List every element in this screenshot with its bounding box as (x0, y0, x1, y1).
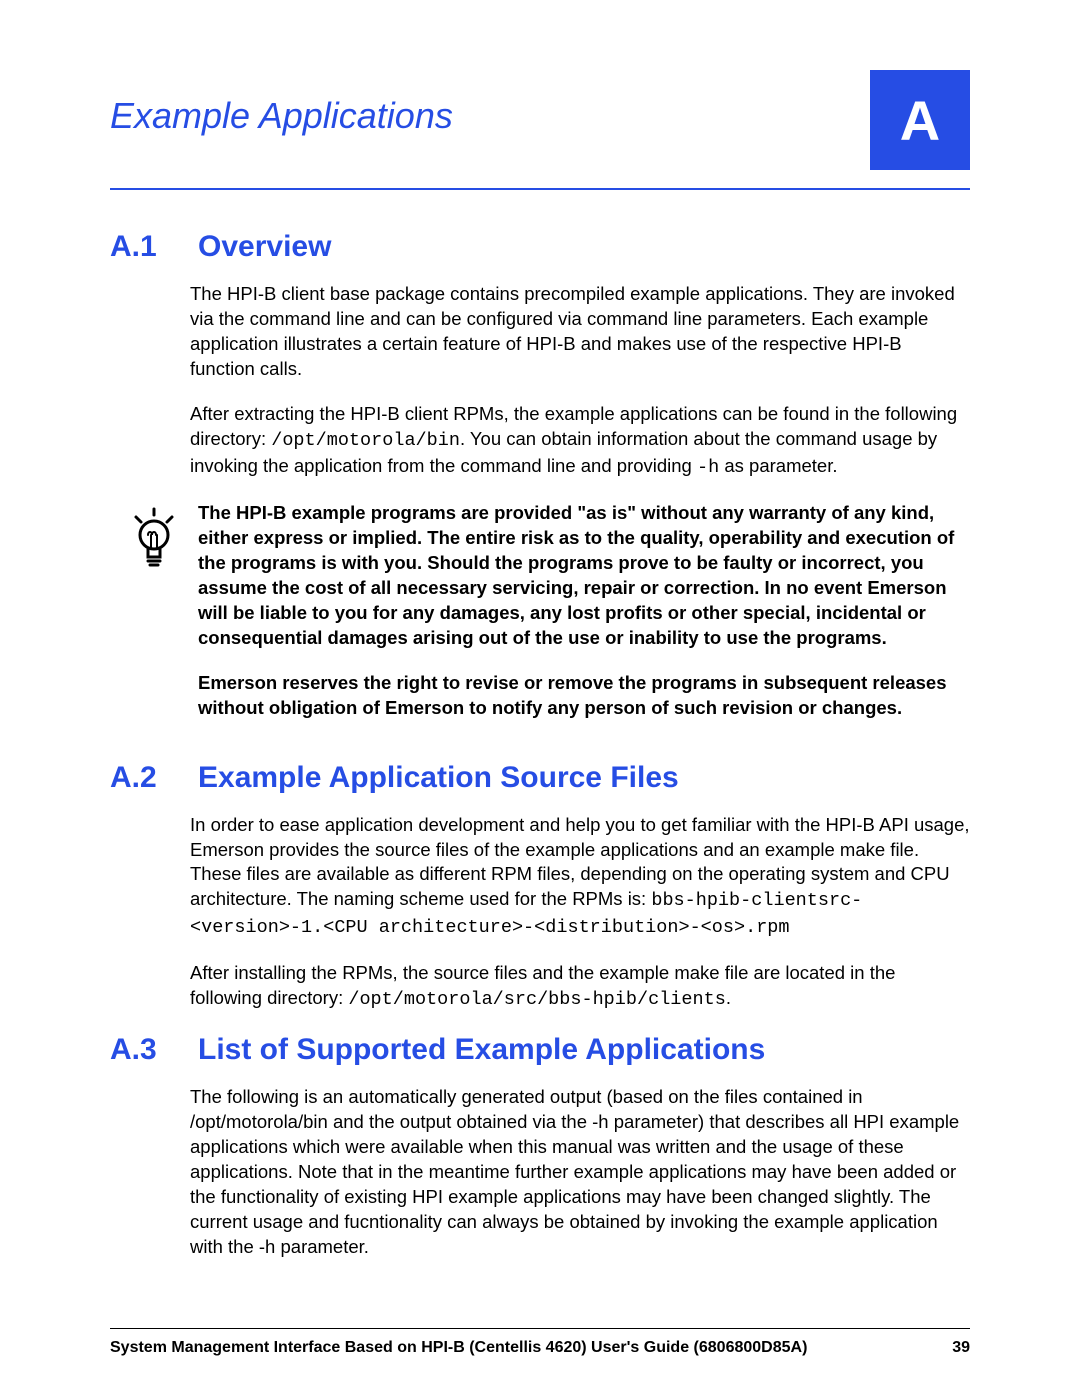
section-heading-a3: A.3 List of Supported Example Applicatio… (110, 1033, 970, 1067)
header-rule (110, 188, 970, 190)
section-heading-a2: A.2 Example Application Source Files (110, 761, 970, 795)
note-paragraph: The HPI-B example programs are provided … (198, 501, 970, 651)
section-heading-a1: A.1 Overview (110, 230, 970, 264)
section-number: A.1 (110, 230, 170, 264)
text-run: as parameter. (719, 455, 837, 476)
paragraph: After installing the RPMs, the source fi… (190, 961, 970, 1013)
text-run: . (726, 987, 731, 1008)
code-run: /opt/motorola/bin (271, 430, 460, 451)
tip-note-block: The HPI-B example programs are provided … (130, 501, 970, 741)
section-number: A.2 (110, 761, 170, 795)
code-run: -h (697, 457, 719, 478)
section-title: Overview (198, 230, 331, 264)
page-footer: System Management Interface Based on HPI… (110, 1339, 970, 1357)
appendix-title: Example Applications (110, 70, 453, 137)
note-text: The HPI-B example programs are provided … (198, 501, 970, 741)
appendix-badge: A (870, 70, 970, 170)
lightbulb-icon (130, 505, 178, 741)
paragraph: The following is an automatically genera… (190, 1085, 970, 1260)
code-run: /opt/motorola/src/bbs-hpib/clients (348, 989, 725, 1010)
paragraph: After extracting the HPI-B client RPMs, … (190, 402, 970, 481)
footer-page-number: 39 (952, 1339, 970, 1357)
section-title: Example Application Source Files (198, 761, 679, 795)
section-number: A.3 (110, 1033, 170, 1067)
paragraph: The HPI-B client base package contains p… (190, 282, 970, 382)
section-title: List of Supported Example Applications (198, 1033, 765, 1067)
note-paragraph: Emerson reserves the right to revise or … (198, 671, 970, 721)
footer-rule (110, 1328, 970, 1329)
paragraph: In order to ease application development… (190, 813, 970, 942)
footer-doc-title: System Management Interface Based on HPI… (110, 1339, 807, 1357)
